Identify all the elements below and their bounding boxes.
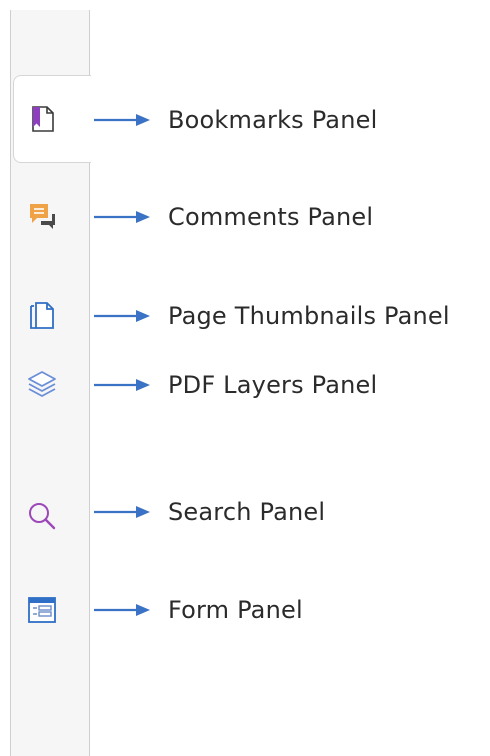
pdf-layers-panel-label: PDF Layers Panel [168,371,378,399]
bookmarks-panel-label: Bookmarks Panel [168,106,378,134]
arrow-icon [94,506,150,518]
bookmarks-callout: Bookmarks Panel [94,102,377,138]
arrow-icon [94,310,150,322]
search-panel-label: Search Panel [168,498,326,526]
form-panel-tab[interactable] [13,566,91,654]
comments-panel-label: Comments Panel [168,203,374,231]
pdf-layers-callout: PDF Layers Panel [94,367,377,403]
bookmarks-panel-tab[interactable] [13,75,91,163]
arrow-icon [94,379,150,391]
page-thumbnails-callout: Page Thumbnails Panel [94,298,450,334]
comments-icon [26,200,58,232]
bookmark-icon [27,103,59,135]
arrow-icon [94,211,150,223]
form-callout: Form Panel [94,592,303,628]
page: Bookmarks Panel Comments Panel Page Thum… [0,0,490,756]
form-panel-label: Form Panel [168,596,303,624]
page-thumbnails-icon [26,300,58,332]
page-thumbnails-panel-label: Page Thumbnails Panel [168,302,450,330]
search-callout: Search Panel [94,494,325,530]
arrow-icon [94,114,150,126]
layers-icon [26,370,58,402]
search-panel-tab[interactable] [13,472,91,560]
comments-panel-tab[interactable] [13,172,91,260]
arrow-icon [94,604,150,616]
comments-callout: Comments Panel [94,199,373,235]
search-icon [26,500,58,532]
pdf-layers-panel-tab[interactable] [13,342,91,430]
form-icon [26,594,58,626]
